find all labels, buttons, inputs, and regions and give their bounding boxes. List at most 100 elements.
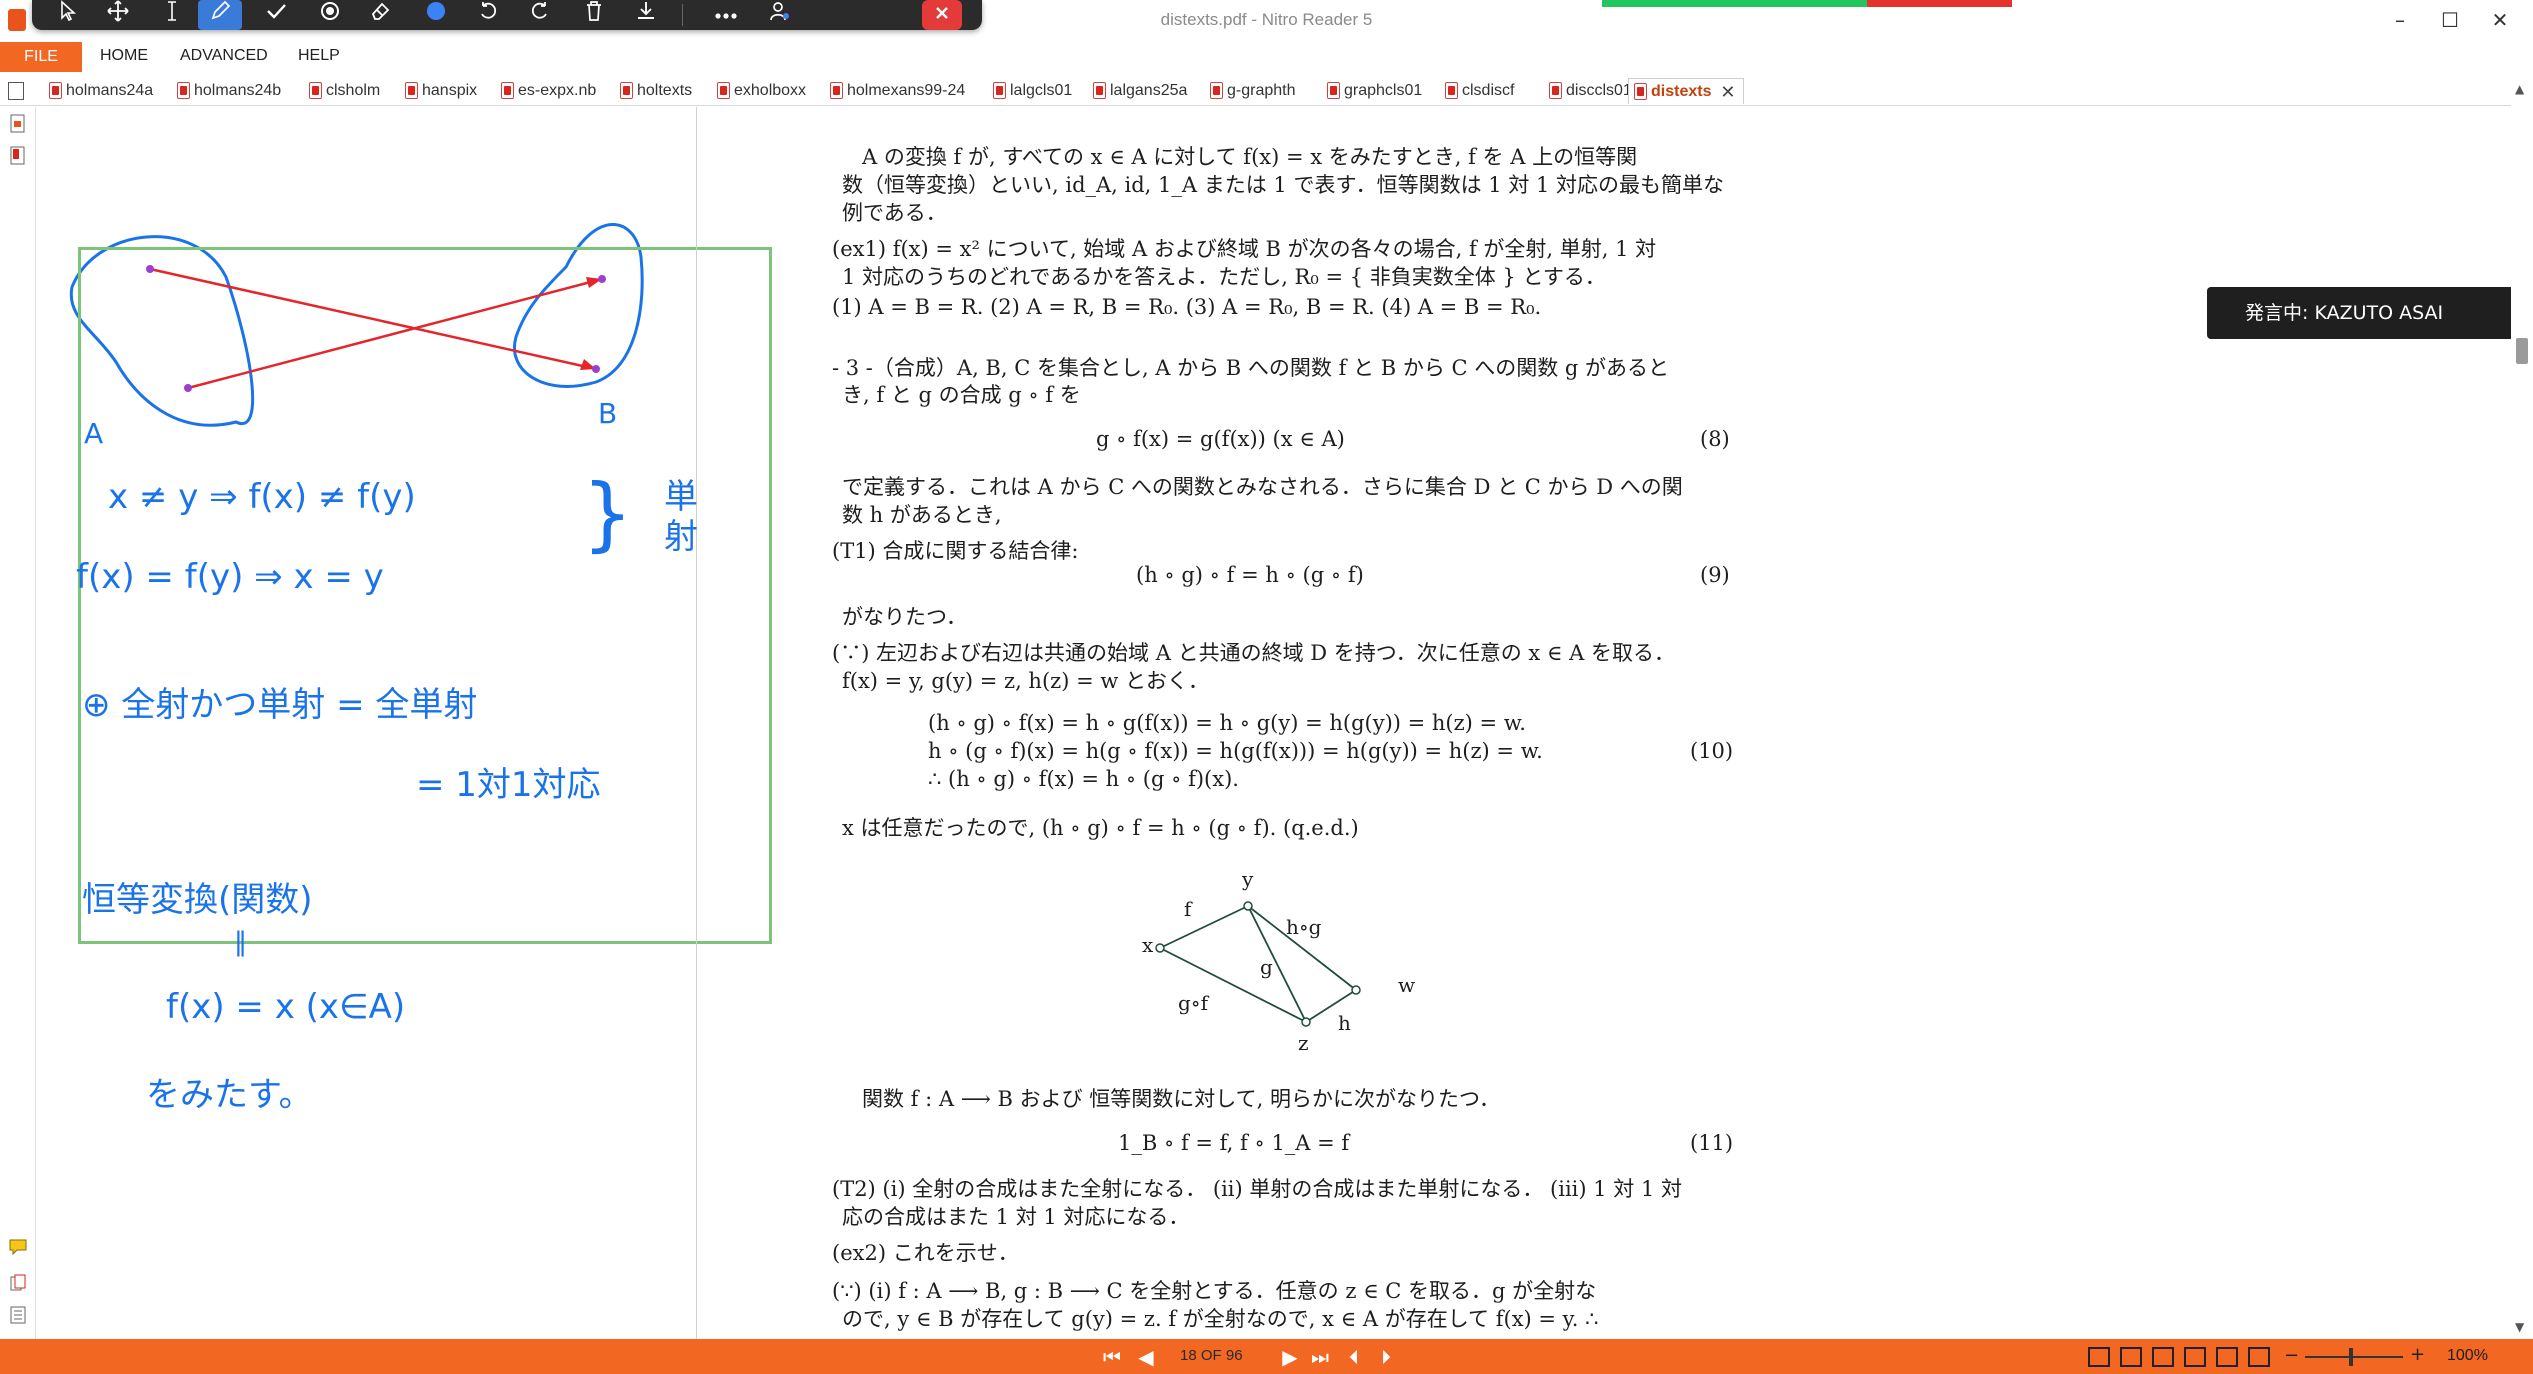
move-icon[interactable] [96,0,140,30]
ink-identity-line1: 恒等変換(関数) [82,880,313,920]
checkmark-icon[interactable] [254,0,298,30]
close-tab-icon[interactable]: ✕ [1720,79,1735,105]
document-tab[interactable]: graphcls01 [1322,78,1422,104]
pdf-file-icon [1093,82,1106,99]
pdf-file-icon [1327,82,1340,99]
document-tab[interactable]: lalgcls01 [988,78,1072,104]
layers-panel-icon[interactable] [8,1305,28,1327]
document-tab[interactable]: holtexts [615,78,692,104]
single-page-view-icon[interactable] [2088,1347,2110,1367]
close-window-button[interactable]: ✕ [2480,6,2520,34]
scroll-down-icon[interactable]: ▼ [2515,1320,2524,1334]
ribbon: FILE HOME ADVANCED HELP [0,42,2533,72]
text-cursor-icon[interactable] [150,0,194,30]
document-tab[interactable]: holmans24a [44,78,153,104]
equation-number: (9) [1700,563,1730,587]
facing-view-icon[interactable] [2152,1347,2174,1367]
tab-label: g-graphth [1227,82,1296,99]
tab-list-icon[interactable] [8,82,24,100]
eraser-icon[interactable] [358,0,402,30]
text-line: (ex1) f(x) = x² について, 始域 A および終域 B が次の各々… [832,237,1657,261]
more-options-icon[interactable] [704,0,748,30]
pdf-file-icon [309,82,322,99]
equation-8: g ∘ f(x) = g(f(x)) (x ∈ A) [1096,427,1345,451]
comments-panel-icon[interactable] [8,1237,28,1259]
left-panel-rail [0,107,36,1339]
document-tab[interactable]: clsholm [304,78,380,104]
document-viewport[interactable]: A B x ≠ y ⇒ f(x) ≠ f(y) f(x) = f(y) ⇒ x … [36,107,2511,1339]
tab-label: holmexans99-24 [847,82,966,99]
presenter-settings-icon[interactable] [758,0,802,30]
previous-view-icon[interactable]: ⏴ [1340,1343,1368,1371]
document-tab[interactable]: clsdiscf [1440,78,1514,104]
highlighter-icon[interactable] [308,0,352,30]
minimize-button[interactable]: – [2380,6,2420,34]
document-tab[interactable]: hanspix [400,78,477,104]
zoom-slider-knob[interactable] [2349,1348,2353,1366]
last-page-icon[interactable]: ⏭ [1306,1343,1334,1371]
zoom-in-icon[interactable]: + [2410,1344,2425,1365]
next-page-icon[interactable]: ▶ [1276,1343,1304,1371]
document-tab-bar: holmans24a holmans24b clsholm hanspix es… [0,76,2533,106]
tab-label: graphcls01 [1344,82,1423,99]
scrollbar-thumb[interactable] [2516,338,2528,364]
diagram-node-w: w [1398,973,1416,997]
file-tab[interactable]: FILE [0,42,82,72]
previous-page-icon[interactable]: ◀ [1132,1343,1160,1371]
next-view-icon[interactable]: ⏵ [1372,1343,1400,1371]
pdf-file-icon [620,82,633,99]
speaking-indicator: 発言中: KAZUTO ASAI [2207,287,2511,339]
pdf-file-icon [49,82,62,99]
diagram-node-z: z [1298,1031,1309,1055]
pages-panel-icon[interactable] [8,113,28,135]
zoom-out-icon[interactable]: − [2284,1345,2299,1366]
document-tab-active[interactable]: distexts ✕ [1628,78,1745,105]
page-divider [696,107,697,1339]
tab-help[interactable]: HELP [298,47,340,65]
text-line: き, f と g の合成 g ∘ f を [842,383,1081,407]
text-line: - 3 -（合成）A, B, C を集合とし, A から B への関数 f と … [832,356,1670,380]
bookmarks-panel-icon[interactable] [8,145,28,167]
document-tab[interactable]: exholboxx [712,78,806,104]
page-indicator[interactable]: 18 OF 96 [1180,1347,1243,1364]
tab-advanced[interactable]: ADVANCED [180,47,268,65]
theorem-t2: (T2) (i) 全射の合成はまた全射になる． (ii) 単射の合成はまた単射に… [832,1177,1683,1201]
maximize-button[interactable]: ☐ [2430,6,2470,34]
tab-home[interactable]: HOME [100,47,148,65]
continuous-facing-view-icon[interactable] [2184,1347,2206,1367]
attachments-panel-icon[interactable] [8,1273,28,1295]
trash-icon[interactable] [572,0,616,30]
toolbar-separator [682,4,683,26]
document-tab[interactable]: holmexans99-24 [825,78,965,104]
document-tab[interactable]: disccls01 [1544,78,1632,104]
document-tab[interactable]: es-expx.nb [496,78,596,104]
undo-icon[interactable] [466,0,510,30]
document-tab[interactable]: g-graphth [1205,78,1296,104]
text-line: f(x) = y, g(y) = z, h(z) = w とおく． [842,669,1209,693]
tab-label: es-expx.nb [518,82,597,99]
theorem-t2: 応の合成はまた 1 対 1 対応になる． [842,1205,1190,1229]
zoom-level[interactable]: 100% [2447,1347,2488,1365]
color-picker-icon[interactable] [414,0,458,30]
fit-page-icon[interactable] [2216,1347,2238,1367]
zoom-slider[interactable] [2305,1348,2403,1366]
pdf-page: A B x ≠ y ⇒ f(x) ≠ f(y) f(x) = f(y) ⇒ x … [36,107,1886,1339]
text-line: x は任意だったので, (h ∘ g) ∘ f = h ∘ (g ∘ f). (… [842,816,1359,840]
select-arrow-icon[interactable] [46,0,90,30]
theorem-t1: (T1) 合成に関する結合律: [832,539,1079,563]
first-page-icon[interactable]: ⏮ [1098,1343,1126,1371]
diagram-edge-f: f [1184,897,1192,921]
scroll-up-icon[interactable]: ▲ [2515,82,2524,96]
pen-tool-icon[interactable] [198,0,242,30]
fit-width-icon[interactable] [2248,1347,2270,1367]
redo-icon[interactable] [518,0,562,30]
download-icon[interactable] [624,0,668,30]
document-tab[interactable]: lalgans25a [1088,78,1187,104]
text-line: 数 h があるとき, [842,503,1002,527]
document-tab[interactable]: holmans24b [172,78,281,104]
continuous-view-icon[interactable] [2120,1347,2142,1367]
close-toolbar-icon[interactable] [922,0,962,30]
ink-label-a: A [84,417,104,450]
equation-10-line: h ∘ (g ∘ f)(x) = h(g ∘ f(x)) = h(g(f(x))… [928,739,1543,763]
vertical-scrollbar[interactable]: ▲ ▼ [2511,76,2533,1339]
